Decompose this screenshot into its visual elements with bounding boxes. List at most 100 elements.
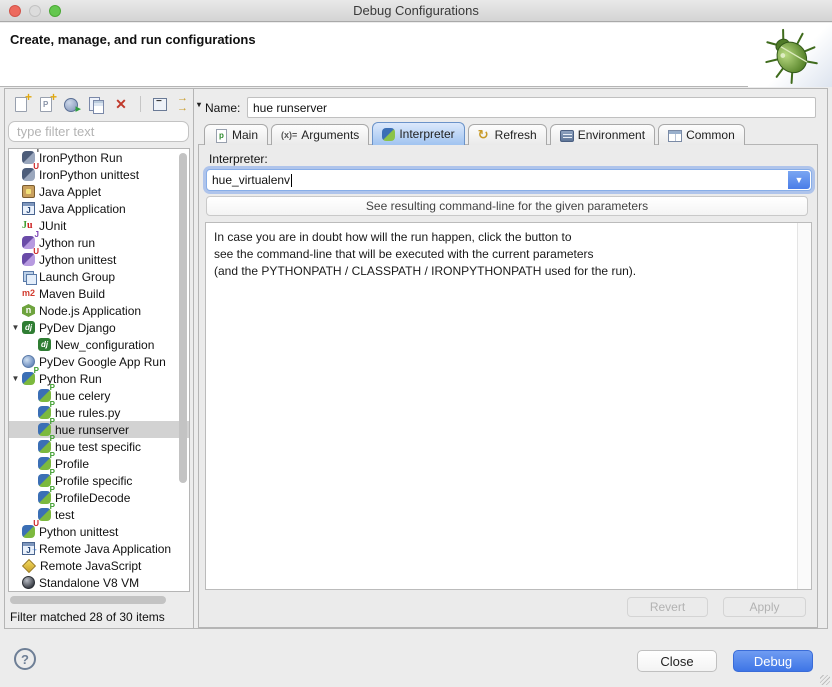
close-window-button[interactable]: [9, 5, 21, 17]
tab-label: Environment: [578, 128, 645, 142]
tab-label: Main: [232, 128, 258, 142]
tree-item-label: Java Applet: [39, 185, 101, 199]
java-application-icon: J: [22, 202, 35, 215]
config-tabs: pMain (x)= Arguments Interpreter ↻Refresh Env…: [204, 122, 748, 145]
filter-input[interactable]: [8, 121, 189, 142]
apply-button[interactable]: Apply: [723, 597, 806, 617]
interpreter-combobox[interactable]: hue_virtualenv ▼: [206, 169, 812, 191]
tab-main[interactable]: pMain: [204, 124, 268, 145]
name-label: Name:: [205, 101, 240, 115]
tree-item-label: Python Run: [39, 372, 102, 386]
tree-item-label: PyDev Django: [39, 321, 116, 335]
tree-item-label: Launch Group: [39, 270, 115, 284]
tree-item-label: IronPython unittest: [39, 168, 139, 182]
expander-icon[interactable]: ▼: [9, 374, 22, 383]
tab-arguments[interactable]: (x)= Arguments: [271, 124, 369, 145]
arguments-tab-icon: (x)=: [281, 129, 297, 142]
delete-icon[interactable]: ✕: [112, 95, 130, 113]
see-commandline-button[interactable]: See resulting command-line for the given…: [206, 196, 808, 216]
chevron-down-icon[interactable]: ▼: [788, 171, 810, 189]
tree-item-label: hue runserver: [55, 423, 129, 437]
tree-item-label: JUnit: [39, 219, 66, 233]
panel-divider[interactable]: [193, 88, 194, 629]
name-input[interactable]: [247, 97, 816, 118]
dialog-header-title: Create, manage, and run configurations: [10, 32, 256, 47]
tab-environment[interactable]: Environment: [550, 124, 655, 145]
pydev-django-icon: dj: [22, 321, 35, 334]
duplicate-icon[interactable]: [87, 95, 105, 113]
tree-item-launch-group[interactable]: Launch Group: [9, 268, 189, 285]
tree-item-label: Remote Java Application: [39, 542, 171, 556]
tree-item-label: hue celery: [55, 389, 110, 403]
pydev-django-icon: dj: [38, 338, 51, 351]
close-button[interactable]: Close: [637, 650, 717, 672]
python-unittest-icon: U: [22, 525, 35, 538]
tree-item-label: Jython unittest: [39, 253, 116, 267]
interpreter-combobox-value: hue_virtualenv: [212, 173, 290, 187]
tree-item-label: IronPython Run: [39, 151, 122, 165]
minimize-window-button: [29, 5, 41, 17]
tree-item-label: Jython run: [39, 236, 95, 250]
toolbar-separator: [140, 96, 141, 112]
tree-item-java-applet[interactable]: Java Applet: [9, 183, 189, 200]
tree-item-profile[interactable]: PProfile: [9, 455, 189, 472]
tree-item-hue-runserver[interactable]: Phue runserver: [9, 421, 189, 438]
new-prototype-icon[interactable]: P+: [37, 95, 55, 113]
expander-icon[interactable]: ▼: [9, 323, 22, 332]
collapse-all-icon[interactable]: [151, 95, 169, 113]
tab-refresh[interactable]: ↻Refresh: [468, 124, 547, 145]
tree-item-hue-rules-py[interactable]: Phue rules.py: [9, 404, 189, 421]
tree-item-label: test: [55, 508, 74, 522]
tree-item-profiledecode[interactable]: PProfileDecode: [9, 489, 189, 506]
filter-configurations-icon[interactable]: →→▾: [176, 95, 194, 113]
maven-build-icon: m2: [22, 287, 35, 300]
tab-interpreter[interactable]: Interpreter: [372, 122, 464, 145]
tree-item-hue-test-specific[interactable]: Phue test specific: [9, 438, 189, 455]
tree-item-label: Python unittest: [39, 525, 118, 539]
junit-icon: Ju: [22, 219, 35, 232]
tree-item-label: Standalone V8 VM: [39, 576, 139, 590]
dialog-header: Create, manage, and run configurations: [0, 23, 832, 87]
tree-item-pydev-django[interactable]: ▼dj PyDev Django: [9, 319, 189, 336]
configurations-tree: IIronPython RunUIronPython unittestJava …: [8, 148, 190, 592]
info-vertical-scrollbar[interactable]: [797, 223, 811, 589]
revert-button[interactable]: Revert: [627, 597, 708, 617]
java-applet-icon: [22, 185, 35, 198]
tree-item-node-js-application[interactable]: nNode.js Application: [9, 302, 189, 319]
tree-item-label: Profile: [55, 457, 89, 471]
zoom-window-button[interactable]: [49, 5, 61, 17]
tab-label: Interpreter: [399, 127, 454, 141]
tree-item-profile-specific[interactable]: PProfile specific: [9, 472, 189, 489]
tree-item-new-configuration[interactable]: dj New_configuration: [9, 336, 189, 353]
tree-item-maven-build[interactable]: m2 Maven Build: [9, 285, 189, 302]
python-run-icon: P: [38, 508, 51, 521]
new-configuration-icon[interactable]: +: [12, 95, 30, 113]
tab-common[interactable]: Common: [658, 124, 745, 145]
export-configurations-icon[interactable]: [62, 95, 80, 113]
tree-item-label: New_configuration: [55, 338, 154, 352]
refresh-tab-icon: ↻: [478, 129, 491, 142]
nodejs-application-icon: n: [22, 304, 35, 317]
tree-item-ironpython-unittest[interactable]: U IronPython unittest: [9, 166, 189, 183]
configurations-toolbar: + P+ ✕ →→▾: [12, 94, 194, 114]
text-caret: [291, 174, 292, 187]
help-button[interactable]: ?: [14, 648, 36, 670]
tree-item-java-application[interactable]: J Java Application: [9, 200, 189, 217]
tab-label: Arguments: [301, 128, 359, 142]
tree-item-python-run[interactable]: ▼PPython Run: [9, 370, 189, 387]
resize-grip[interactable]: [820, 675, 830, 685]
debug-button[interactable]: Debug: [733, 650, 813, 672]
tree-item-python-unittest[interactable]: U Python unittest: [9, 523, 189, 540]
tree-item-remote-java-application[interactable]: JRemote Java Application: [9, 540, 189, 557]
tree-item-label: Maven Build: [39, 287, 105, 301]
ironpython-unittest-icon: U: [22, 168, 35, 181]
tree-item-jython-unittest[interactable]: UJython unittest: [9, 251, 189, 268]
tree-vertical-scrollbar[interactable]: [179, 153, 187, 483]
v8-vm-icon: [22, 576, 35, 589]
tree-item-label: ProfileDecode: [55, 491, 130, 505]
tree-item-standalone-v8-vm[interactable]: Standalone V8 VM: [9, 574, 189, 591]
tree-item-label: Java Application: [39, 202, 126, 216]
tree-item-hue-celery[interactable]: Phue celery: [9, 387, 189, 404]
tree-item-remote-javascript[interactable]: Remote JavaScript: [9, 557, 189, 574]
tree-horizontal-scrollbar[interactable]: [10, 596, 166, 604]
